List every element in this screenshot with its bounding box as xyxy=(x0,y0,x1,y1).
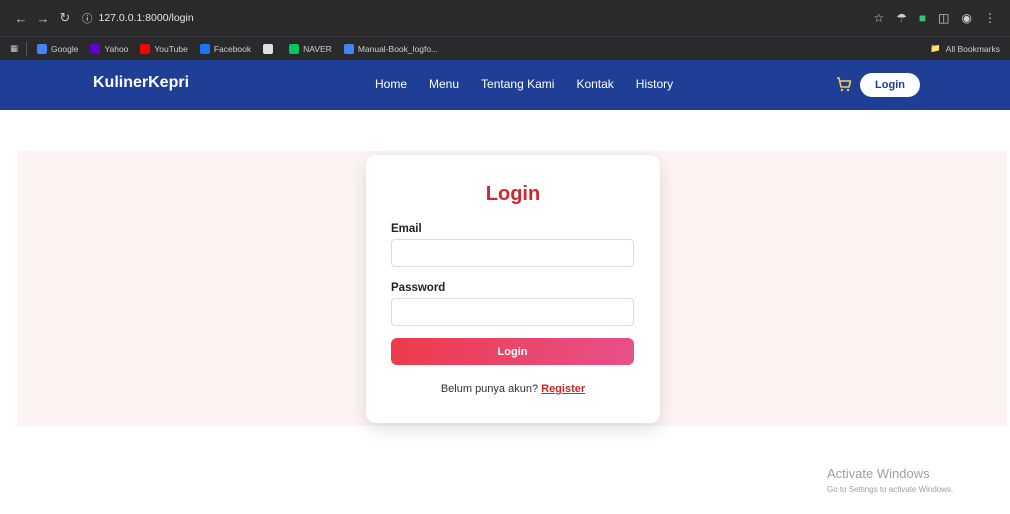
nav-history[interactable]: History xyxy=(636,77,673,91)
nav-home[interactable]: Home xyxy=(375,77,407,91)
bookmark-favicon-icon xyxy=(140,43,151,54)
forward-icon[interactable]: → xyxy=(32,7,54,29)
nav-login-button[interactable]: Login xyxy=(860,73,920,97)
menu-kebab-icon[interactable]: ⋮ xyxy=(984,11,996,25)
all-bookmarks[interactable]: 📁 All Bookmarks xyxy=(930,43,1000,54)
extension-green-icon[interactable]: ■ xyxy=(919,11,926,25)
watermark-title: Activate Windows xyxy=(827,466,930,481)
login-card: Login Email Password Login Belum punya a… xyxy=(366,155,660,423)
bookmark-item[interactable]: NAVER xyxy=(289,43,332,54)
bookmark-list: Google Yahoo YouTube Facebook NAVER Manual-Bo… xyxy=(37,43,450,54)
reload-icon[interactable]: ↻ xyxy=(54,7,76,29)
site-navbar: KulinerKepri Home Menu Tentang Kami Kont… xyxy=(0,60,1010,110)
bookmark-item[interactable]: Google xyxy=(37,43,79,54)
bookmark-favicon-icon xyxy=(289,43,300,54)
cart-icon[interactable] xyxy=(836,76,852,92)
url-text[interactable]: 127.0.0.1:8000/login xyxy=(99,12,194,24)
bookmark-star-icon[interactable]: ☆ xyxy=(873,11,884,25)
address-bar[interactable]: ⓘ 127.0.0.1:8000/login xyxy=(82,11,194,26)
bookmark-favicon-icon xyxy=(37,43,48,54)
password-label: Password xyxy=(391,282,446,294)
bookmark-favicon-icon xyxy=(263,43,274,54)
site-info-icon[interactable]: ⓘ xyxy=(82,11,93,26)
nav-kontak[interactable]: Kontak xyxy=(576,77,613,91)
extensions-icon[interactable]: ◫ xyxy=(938,11,949,25)
brand-logo[interactable]: KulinerKepri xyxy=(93,74,189,92)
shield-icon[interactable]: ☂ xyxy=(896,11,907,25)
email-field[interactable] xyxy=(391,239,634,267)
watermark-subtitle: Go to Settings to activate Windows. xyxy=(827,485,954,494)
all-bookmarks-label: All Bookmarks xyxy=(945,43,1000,54)
register-prompt-line: Belum punya akun? Register xyxy=(366,383,660,395)
bookmark-label: NAVER xyxy=(303,43,332,54)
back-icon[interactable]: ← xyxy=(10,7,32,29)
windows-activation-watermark: Activate Windows Go to Settings to activ… xyxy=(827,466,953,494)
bookmark-item[interactable] xyxy=(263,43,277,54)
nav-tentang-kami[interactable]: Tentang Kami xyxy=(481,77,554,91)
profile-avatar-icon[interactable]: ◉ xyxy=(962,11,972,25)
password-field[interactable] xyxy=(391,298,634,326)
bookmark-favicon-icon xyxy=(199,43,210,54)
login-title: Login xyxy=(485,183,541,205)
bookmark-label: YouTube xyxy=(154,43,188,54)
bookmark-item[interactable]: Facebook xyxy=(199,43,252,54)
register-prompt: Belum punya akun? xyxy=(440,383,539,395)
bookmark-label: Manual-Book_logfo... xyxy=(357,43,439,54)
main-menu: Home Menu Tentang Kami Kontak History xyxy=(375,77,673,91)
bookmark-favicon-icon xyxy=(343,43,354,54)
nav-menu[interactable]: Menu xyxy=(429,77,459,91)
bookmark-label: Google xyxy=(51,43,79,54)
email-label: Email xyxy=(391,223,422,235)
login-submit-button[interactable]: Login xyxy=(391,338,634,365)
register-link[interactable]: Register xyxy=(541,383,585,395)
bookmark-item[interactable]: Yahoo xyxy=(90,43,129,54)
bookmark-label: Facebook xyxy=(213,43,252,54)
bookmark-item[interactable]: Manual-Book_logfo... xyxy=(343,43,439,54)
address-row: ← → ↻ ⓘ 127.0.0.1:8000/login ☆ ☂ ■ ◫ ◉ ⋮ xyxy=(0,0,1010,36)
bookmark-item[interactable]: YouTube xyxy=(140,43,188,54)
bookmark-favicon-icon xyxy=(90,43,101,54)
bookmark-separator xyxy=(26,41,28,56)
apps-grid-icon[interactable]: ▦ xyxy=(10,43,18,54)
toolbar-icons: ☆ ☂ ■ ◫ ◉ ⋮ xyxy=(873,11,1000,25)
bookmarks-bar: ▦ Google Yahoo YouTube Facebook NAVER Manual-… xyxy=(0,36,1010,60)
bookmark-label: Yahoo xyxy=(104,43,129,54)
folder-icon: 📁 xyxy=(930,43,941,53)
